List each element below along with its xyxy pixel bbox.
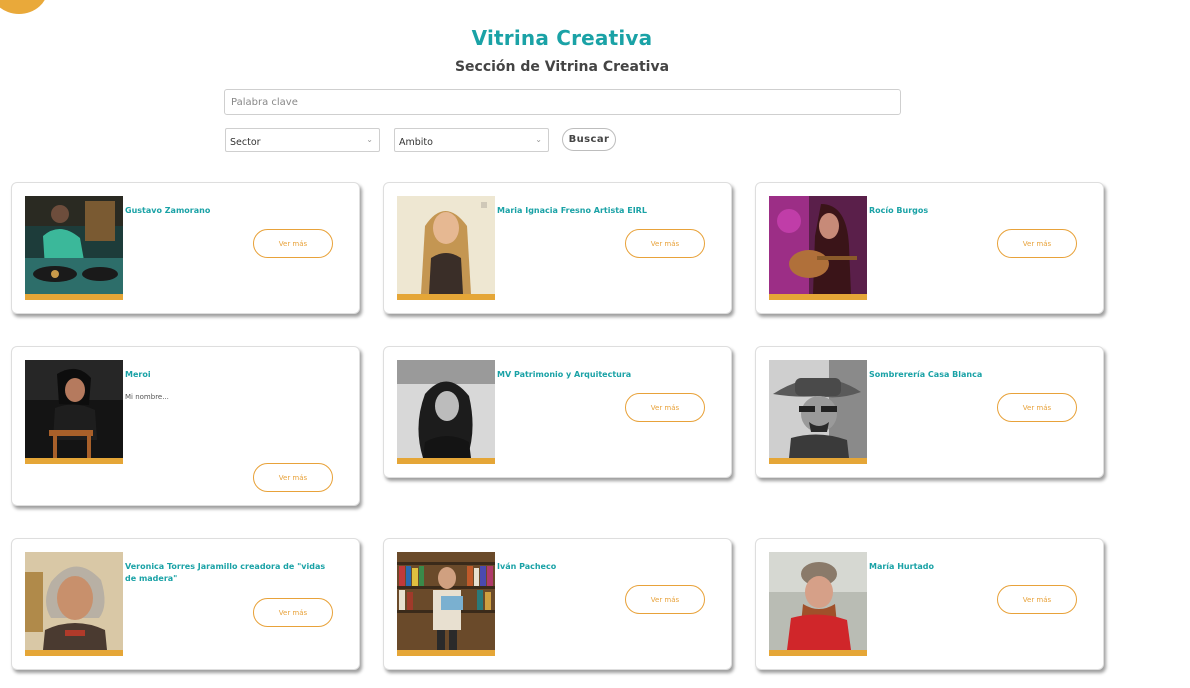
profile-card: Veronica Torres Jaramillo creadora de "v…	[11, 538, 360, 670]
card-name: Rocío Burgos	[869, 206, 929, 215]
card-name: Iván Pacheco	[497, 562, 557, 571]
ver-mas-button[interactable]: Ver más	[997, 229, 1077, 258]
sector-select-value: Sector	[230, 137, 261, 148]
profile-card: Maria Ignacia Fresno Artista EIRL Ver má…	[383, 182, 732, 314]
ver-mas-button[interactable]: Ver más	[625, 393, 705, 422]
profile-photo	[397, 552, 495, 656]
logo-blob	[0, 0, 48, 14]
page-title: Vitrina Creativa	[471, 26, 653, 50]
profile-card: Gustavo Zamorano Ver más	[11, 182, 360, 314]
profile-card: MV Patrimonio y Arquitectura Ver más	[383, 346, 732, 478]
profile-photo	[397, 360, 495, 464]
profile-photo	[769, 196, 867, 300]
ambito-select-value: Ambito	[399, 137, 433, 148]
profile-photo	[769, 552, 867, 656]
chevron-down-icon: ⌄	[535, 135, 542, 144]
profile-photo	[769, 360, 867, 464]
profile-card: Sombrerería Casa Blanca Ver más	[755, 346, 1104, 478]
card-name: Meroi	[125, 370, 151, 379]
ver-mas-button[interactable]: Ver más	[997, 393, 1077, 422]
profile-card: María Hurtado Ver más	[755, 538, 1104, 670]
card-name: Sombrerería Casa Blanca	[869, 370, 983, 379]
profile-photo	[25, 552, 123, 656]
card-name: Gustavo Zamorano	[125, 206, 211, 215]
profile-photo	[25, 360, 123, 464]
profile-card: Rocío Burgos Ver más	[755, 182, 1104, 314]
card-name: Maria Ignacia Fresno Artista EIRL	[497, 206, 647, 215]
keyword-search-input[interactable]	[224, 89, 901, 115]
sector-select[interactable]: Sector ⌄	[225, 128, 380, 152]
page-subtitle: Sección de Vitrina Creativa	[454, 59, 670, 75]
ambito-select[interactable]: Ambito ⌄	[394, 128, 549, 152]
card-name: MV Patrimonio y Arquitectura	[497, 370, 632, 379]
ver-mas-button[interactable]: Ver más	[997, 585, 1077, 614]
card-name: Veronica Torres Jaramillo creadora de "v…	[125, 562, 326, 583]
ver-mas-button[interactable]: Ver más	[253, 598, 333, 627]
ver-mas-button[interactable]: Ver más	[253, 463, 333, 492]
profile-photo	[25, 196, 123, 300]
card-description: Mi nombre...	[125, 393, 169, 401]
ver-mas-button[interactable]: Ver más	[253, 229, 333, 258]
chevron-down-icon: ⌄	[366, 135, 373, 144]
profile-photo	[397, 196, 495, 300]
ver-mas-button[interactable]: Ver más	[625, 229, 705, 258]
profile-card: Iván Pacheco Ver más	[383, 538, 732, 670]
ver-mas-button[interactable]: Ver más	[625, 585, 705, 614]
profile-card: Meroi Mi nombre... Ver más	[11, 346, 360, 506]
card-name: María Hurtado	[869, 562, 935, 571]
search-button[interactable]: Buscar	[562, 128, 616, 151]
